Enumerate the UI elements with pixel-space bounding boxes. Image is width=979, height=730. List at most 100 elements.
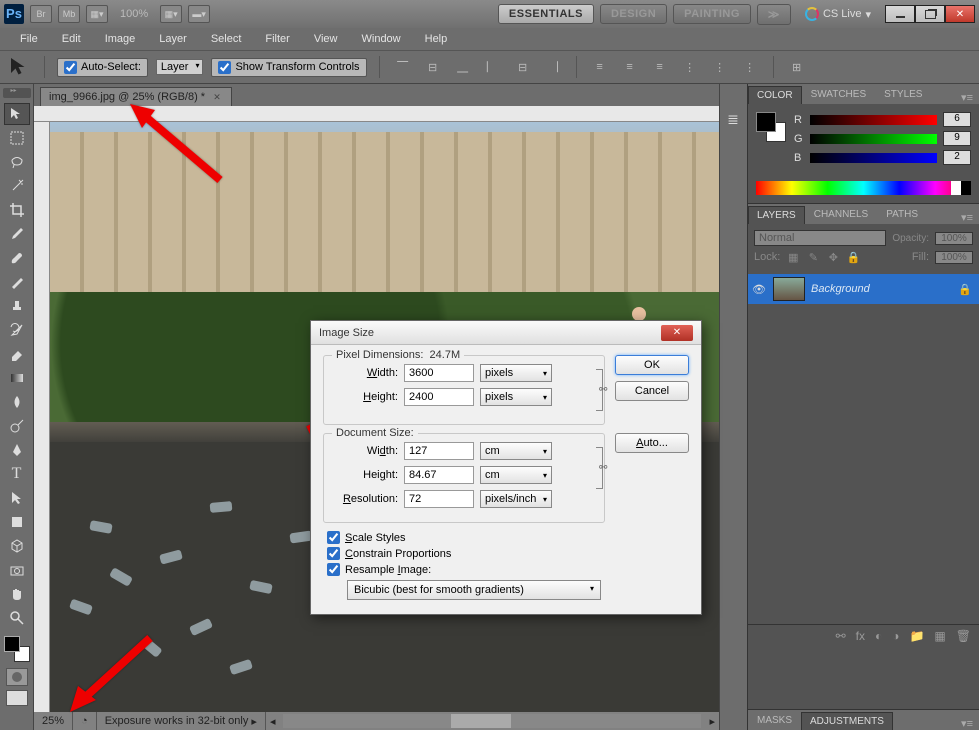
quick-mask-toggle[interactable] <box>6 668 28 686</box>
dodge-tool[interactable] <box>4 415 30 437</box>
layer-mask-icon[interactable]: ◐ <box>875 629 882 643</box>
menu-image[interactable]: Image <box>93 30 148 48</box>
pen-tool[interactable] <box>4 439 30 461</box>
distribute-bottom-icon[interactable]: ≡ <box>649 56 671 78</box>
menu-help[interactable]: Help <box>413 30 460 48</box>
tab-adjustments[interactable]: ADJUSTMENTS <box>801 712 893 730</box>
blend-mode-select[interactable]: Normal <box>754 230 886 246</box>
new-layer-icon[interactable]: ▦ <box>934 629 945 643</box>
workspace-essentials[interactable]: ESSENTIALS <box>498 4 594 24</box>
window-minimize[interactable] <box>885 5 915 23</box>
dialog-titlebar[interactable]: Image Size ✕ <box>311 321 701 345</box>
auto-align-icon[interactable]: ⊞ <box>786 56 808 78</box>
window-restore[interactable] <box>915 5 945 23</box>
visibility-icon[interactable]: 👁 <box>751 283 767 296</box>
screen-mode-dropdown[interactable]: ▬▾ <box>188 5 210 23</box>
layer-style-icon[interactable]: fx <box>856 629 865 643</box>
g-slider[interactable] <box>810 134 937 144</box>
resample-image-checkbox[interactable]: Resample Image: <box>327 563 601 576</box>
adjustment-layer-icon[interactable]: ◑ <box>892 629 899 643</box>
gradient-tool[interactable] <box>4 367 30 389</box>
crop-tool[interactable] <box>4 199 30 221</box>
group-icon[interactable]: 📁 <box>909 629 924 643</box>
workspace-more[interactable]: ≫ <box>757 4 791 25</box>
cancel-button[interactable]: Cancel <box>615 381 689 401</box>
scrollbar-horizontal[interactable] <box>283 714 701 728</box>
lock-transparency-icon[interactable]: ▦ <box>786 250 800 264</box>
tab-paths[interactable]: PATHS <box>877 205 927 224</box>
lasso-tool[interactable] <box>4 151 30 173</box>
workspace-painting[interactable]: PAINTING <box>673 4 751 24</box>
arrange-docs-dropdown[interactable]: ▦▾ <box>160 5 182 23</box>
menu-select[interactable]: Select <box>199 30 254 48</box>
ok-button[interactable]: OK <box>615 355 689 375</box>
distribute-top-icon[interactable]: ≡ <box>589 56 611 78</box>
view-extras-dropdown[interactable]: ▦▾ <box>86 5 108 23</box>
path-select-tool[interactable] <box>4 487 30 509</box>
lock-paint-icon[interactable]: ✎ <box>806 250 820 264</box>
resample-method-select[interactable]: Bicubic (best for smooth gradients) <box>347 580 601 600</box>
tab-channels[interactable]: CHANNELS <box>805 205 877 224</box>
r-slider[interactable] <box>810 115 937 125</box>
fill-value[interactable]: 100% <box>935 251 973 264</box>
clone-stamp-tool[interactable] <box>4 295 30 317</box>
menu-layer[interactable]: Layer <box>147 30 199 48</box>
b-slider[interactable] <box>810 153 937 163</box>
px-height-input[interactable] <box>404 388 474 406</box>
workspace-design[interactable]: DESIGN <box>600 4 667 24</box>
auto-select-checkbox[interactable]: Auto-Select: <box>57 58 148 77</box>
r-value[interactable]: 6 <box>943 112 971 127</box>
camera-tool[interactable] <box>4 559 30 581</box>
link-layers-icon[interactable]: ⚯ <box>836 629 846 643</box>
menu-edit[interactable]: Edit <box>50 30 93 48</box>
px-height-unit[interactable]: pixels <box>480 388 552 406</box>
align-top-icon[interactable]: ⎺ <box>392 56 414 78</box>
hand-tool[interactable] <box>4 583 30 605</box>
ruler-vertical[interactable] <box>34 122 50 712</box>
foreground-background-colors[interactable] <box>4 636 30 662</box>
distribute-hcenter-icon[interactable]: ⋮ <box>709 56 731 78</box>
layer-thumbnail[interactable] <box>773 277 805 301</box>
delete-layer-icon[interactable]: 🗑 <box>956 629 971 643</box>
menu-file[interactable]: File <box>8 30 50 48</box>
history-panel-icon[interactable]: ≣ <box>720 108 746 130</box>
blur-tool[interactable] <box>4 391 30 413</box>
align-left-icon[interactable]: ⎸ <box>482 56 504 78</box>
g-value[interactable]: 9 <box>943 131 971 146</box>
history-brush-tool[interactable] <box>4 319 30 341</box>
layers-list-area[interactable] <box>748 304 979 624</box>
menu-window[interactable]: Window <box>350 30 413 48</box>
auto-select-target[interactable]: Layer <box>156 59 204 75</box>
lock-position-icon[interactable]: ✥ <box>826 250 840 264</box>
dialog-close-icon[interactable]: ✕ <box>661 325 693 341</box>
brush-tool[interactable] <box>4 271 30 293</box>
tab-swatches[interactable]: SWATCHES <box>802 85 876 104</box>
bottom-panel-menu[interactable]: ▾≡ <box>955 717 979 730</box>
b-value[interactable]: 2 <box>943 150 971 165</box>
scale-styles-checkbox[interactable]: Scale Styles <box>327 531 601 544</box>
px-width-input[interactable] <box>404 364 474 382</box>
eraser-tool[interactable] <box>4 343 30 365</box>
align-hcenter-icon[interactable]: ⊟ <box>512 56 534 78</box>
zoom-percent[interactable]: 100% <box>114 8 154 20</box>
layers-panel-menu[interactable]: ▾≡ <box>955 211 979 224</box>
resolution-unit[interactable]: pixels/inch <box>480 490 552 508</box>
doc-width-input[interactable] <box>404 442 474 460</box>
marquee-tool[interactable] <box>4 127 30 149</box>
auto-button[interactable]: Auto... <box>615 433 689 453</box>
doc-height-input[interactable] <box>404 466 474 484</box>
distribute-right-icon[interactable]: ⋮ <box>739 56 761 78</box>
constrain-proportions-checkbox[interactable]: Constrain Proportions <box>327 547 601 560</box>
minibridge-icon[interactable]: Mb <box>58 5 80 23</box>
tab-layers[interactable]: LAYERS <box>748 206 805 224</box>
opacity-value[interactable]: 100% <box>935 232 973 245</box>
menu-filter[interactable]: Filter <box>253 30 301 48</box>
type-tool[interactable]: T <box>4 463 30 485</box>
distribute-left-icon[interactable]: ⋮ <box>679 56 701 78</box>
tab-styles[interactable]: STYLES <box>875 85 931 104</box>
move-tool[interactable] <box>4 103 30 125</box>
menu-view[interactable]: View <box>302 30 350 48</box>
cs-live-button[interactable]: CS Live▾ <box>797 5 879 23</box>
bridge-icon[interactable]: Br <box>30 5 52 23</box>
doc-height-unit[interactable]: cm <box>480 466 552 484</box>
